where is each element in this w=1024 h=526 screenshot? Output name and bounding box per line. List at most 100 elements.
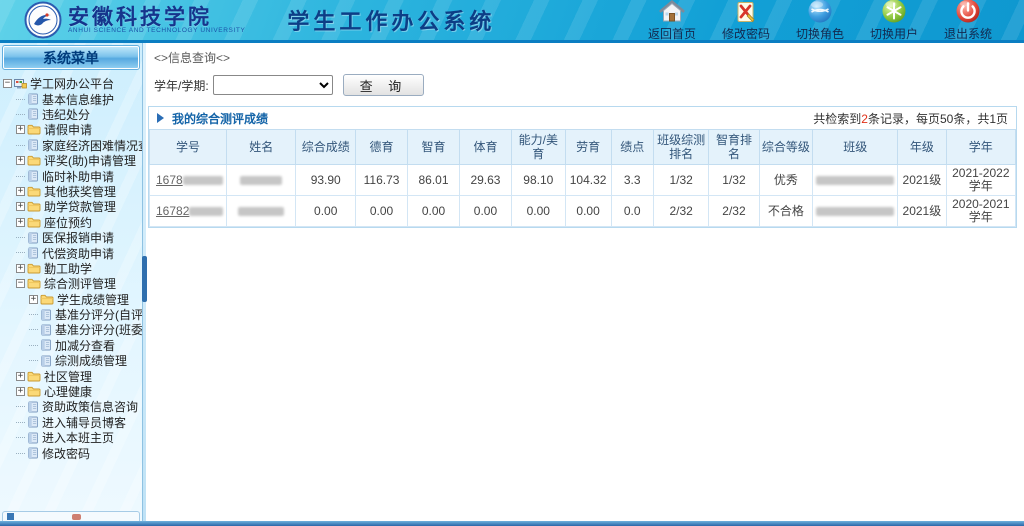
column-header: 学年 <box>946 130 1015 165</box>
sidebar-item[interactable]: 进入辅导员博客 <box>0 415 142 430</box>
action-label: 切换用户 <box>870 25 918 42</box>
sidebar-item[interactable]: 修改密码 <box>0 445 142 460</box>
tree-branch-line <box>16 453 25 454</box>
tree-branch-line <box>16 252 25 253</box>
collapse-icon[interactable]: − <box>3 79 12 88</box>
action-switch-role[interactable]: 切换角色 <box>794 0 846 42</box>
results-panel-header: 我的综合测评成绩 共检索到2条记录，每页50条，共1页 <box>149 107 1016 129</box>
sidebar-item[interactable]: 违纪处分 <box>0 107 142 122</box>
menu-tree: −学工网办公平台基本信息维护违纪处分+请假申请家庭经济困难情况查看+评奖(助)申… <box>0 73 142 461</box>
tree-branch-line <box>16 114 25 115</box>
sidebar-item[interactable]: +助学贷款管理 <box>0 199 142 214</box>
action-exit-system[interactable]: 退出系统 <box>942 0 994 42</box>
column-header: 学号 <box>150 130 227 165</box>
sidebar-item[interactable]: 代偿资助申请 <box>0 245 142 260</box>
sidebar-item[interactable]: +学生成绩管理 <box>0 291 142 306</box>
sidebar: 系统菜单 −学工网办公平台基本信息维护违纪处分+请假申请家庭经济困难情况查看+评… <box>0 43 143 521</box>
sidebar-item[interactable]: +请假申请 <box>0 122 142 137</box>
search-button[interactable]: 查 询 <box>343 74 425 96</box>
table-cell: 2021级 <box>898 196 946 227</box>
scores-table: 学号姓名综合成绩德育智育体育能力/美育劳育绩点班级综测排名智育排名综合等级班级年… <box>149 129 1016 227</box>
university-subtitle: ANHUI SCIENCE AND TECHNOLOGY UNIVERSITY <box>68 28 245 35</box>
expand-icon[interactable]: + <box>16 156 25 165</box>
result-prefix: 共检索到 <box>813 112 861 126</box>
sidebar-item[interactable]: 基准分评分(班委) <box>0 322 142 337</box>
action-switch-user[interactable]: 切换用户 <box>868 0 920 42</box>
sidebar-item[interactable]: 综测成绩管理 <box>0 353 142 368</box>
table-cell <box>813 165 898 196</box>
sidebar-item[interactable]: 加减分查看 <box>0 338 142 353</box>
expand-icon[interactable]: + <box>16 187 25 196</box>
table-cell: 0.00 <box>408 196 460 227</box>
splitter-handle[interactable] <box>142 256 147 302</box>
table-row: 167820.000.000.000.000.000.000.02/322/32… <box>150 196 1016 227</box>
sidebar-item[interactable]: +心理健康 <box>0 384 142 399</box>
result-summary: 共检索到2条记录，每页50条，共1页 <box>813 110 1008 127</box>
student-id-link[interactable]: 16782 <box>156 204 189 218</box>
doc-icon <box>40 324 52 336</box>
action-label: 返回首页 <box>648 25 696 42</box>
folder-icon <box>27 263 41 274</box>
expand-icon[interactable]: + <box>16 202 25 211</box>
sidebar-item-label: 修改密码 <box>42 445 90 462</box>
sidebar-item[interactable]: +座位预约 <box>0 215 142 230</box>
sidebar-item[interactable]: 基准分评分(自评) <box>0 307 142 322</box>
table-cell: 优秀 <box>759 165 813 196</box>
app-body: 系统菜单 −学工网办公平台基本信息维护违纪处分+请假申请家庭经济困难情况查看+评… <box>0 43 1024 521</box>
breadcrumb: <>信息查询<> <box>146 43 1024 70</box>
expand-icon[interactable]: + <box>16 264 25 273</box>
sidebar-item[interactable]: −综合测评管理 <box>0 276 142 291</box>
tree-branch-line <box>29 345 38 346</box>
table-cell: 1678 <box>150 165 227 196</box>
action-home[interactable]: 返回首页 <box>646 0 698 42</box>
sidebar-item[interactable]: 基本信息维护 <box>0 91 142 106</box>
expand-icon[interactable]: + <box>16 372 25 381</box>
sidebar-item[interactable]: 医保报销申请 <box>0 230 142 245</box>
doc-icon <box>40 355 52 367</box>
sidebar-item[interactable]: 家庭经济困难情况查看 <box>0 138 142 153</box>
student-id-link[interactable]: 1678 <box>156 173 183 187</box>
doc-icon <box>27 93 39 105</box>
tree-branch-line <box>29 314 38 315</box>
sidebar-item[interactable]: +勤工助学 <box>0 261 142 276</box>
folder-icon <box>27 386 41 397</box>
column-header: 综合等级 <box>759 130 813 165</box>
tree-branch-line <box>29 360 38 361</box>
sidebar-item[interactable]: 资助政策信息咨询 <box>0 399 142 414</box>
term-select[interactable] <box>213 75 333 95</box>
sidebar-item[interactable]: 临时补助申请 <box>0 168 142 183</box>
switch-user-icon <box>881 0 907 24</box>
table-cell: 98.10 <box>511 165 565 196</box>
expand-icon[interactable]: + <box>16 218 25 227</box>
sidebar-bottom-bar[interactable] <box>2 511 140 521</box>
collapse-icon[interactable]: − <box>16 279 25 288</box>
sidebar-item[interactable]: +评奖(助)申请管理 <box>0 153 142 168</box>
sidebar-item[interactable]: +社区管理 <box>0 368 142 383</box>
expand-icon[interactable]: + <box>16 125 25 134</box>
tree-branch-line <box>16 145 25 146</box>
sidebar-item[interactable]: 进入本班主页 <box>0 430 142 445</box>
column-header: 综合成绩 <box>296 130 356 165</box>
university-name: 安徽科技学院 <box>68 6 245 27</box>
action-label: 切换角色 <box>796 25 844 42</box>
table-cell: 0.00 <box>296 196 356 227</box>
sidebar-item[interactable]: −学工网办公平台 <box>0 76 142 91</box>
tree-branch-line <box>16 406 25 407</box>
bottom-bar-square-icon <box>7 513 14 520</box>
doc-icon <box>27 247 39 259</box>
results-panel: 我的综合测评成绩 共检索到2条记录，每页50条，共1页 学号姓名综合成绩德育智育… <box>148 106 1017 228</box>
table-cell <box>227 196 296 227</box>
doc-icon <box>27 416 39 428</box>
tree-branch-line <box>16 237 25 238</box>
splitter[interactable] <box>143 43 146 521</box>
term-label: 学年/学期: <box>154 77 209 94</box>
change-password-icon <box>734 0 758 24</box>
table-cell: 2/32 <box>709 196 759 227</box>
main-content: <>信息查询<> 学年/学期: 查 询 我的综合测评成绩 共检索到2条记录，每页… <box>146 43 1024 521</box>
expand-icon[interactable]: + <box>29 295 38 304</box>
action-label: 退出系统 <box>944 25 992 42</box>
action-change-password[interactable]: 修改密码 <box>720 0 772 42</box>
table-cell: 86.01 <box>408 165 460 196</box>
sidebar-item[interactable]: +其他获奖管理 <box>0 184 142 199</box>
expand-icon[interactable]: + <box>16 387 25 396</box>
